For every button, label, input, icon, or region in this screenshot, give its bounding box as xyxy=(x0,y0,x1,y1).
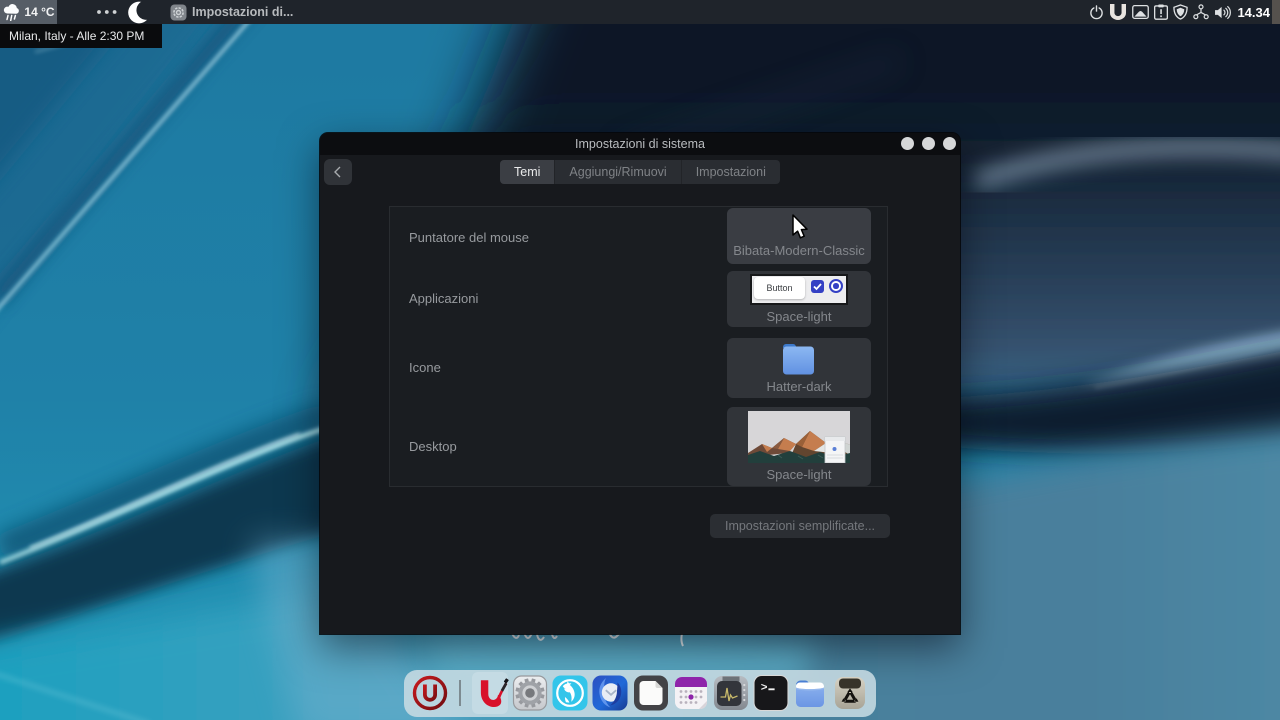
svg-text:>: > xyxy=(761,682,768,694)
